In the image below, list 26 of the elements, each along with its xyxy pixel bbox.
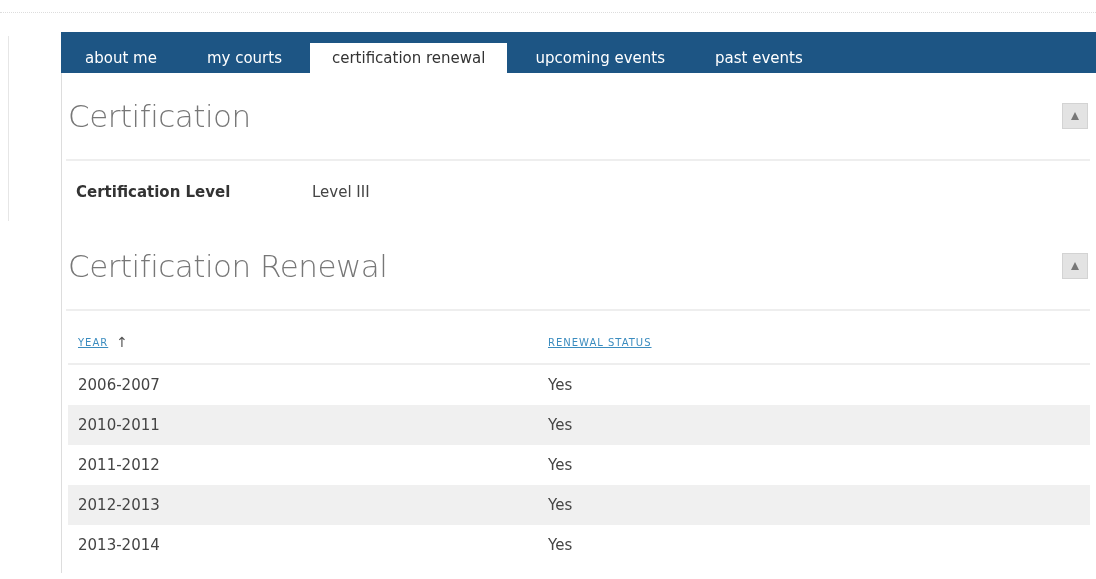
tab[interactable]: certification renewal [309, 43, 508, 73]
collapse-button[interactable] [1062, 253, 1088, 279]
table-cell: Yes [548, 456, 573, 474]
field-value: Level III [312, 183, 370, 201]
table-cell: 2011-2012 [78, 456, 160, 474]
field-label: Certification Level [76, 183, 232, 201]
triangle-up-icon [1070, 261, 1080, 271]
section-title: Certification Renewal [68, 248, 388, 284]
tab[interactable]: past events [693, 43, 825, 73]
table-cell: Yes [548, 376, 573, 394]
section-title: Certification [68, 98, 251, 134]
tab[interactable]: upcoming events [513, 43, 688, 73]
table-cell: 2013-2014 [78, 536, 160, 554]
table-cell: Yes [548, 496, 573, 514]
table-cell: 2010-2011 [78, 416, 160, 434]
table-cell: 2006-2007 [78, 376, 160, 394]
table-cell: Yes [548, 416, 573, 434]
tab[interactable]: about me [63, 43, 179, 73]
collapse-button[interactable] [1062, 103, 1088, 129]
column-header-link[interactable]: RENEWAL STATUS [548, 336, 652, 348]
table-cell: 2012-2013 [78, 496, 160, 514]
triangle-up-icon [1070, 111, 1080, 121]
tab[interactable]: my courts [184, 43, 304, 73]
sort-arrow: ↑ [116, 334, 128, 350]
column-header-link[interactable]: YEAR [78, 336, 109, 348]
table-cell: Yes [548, 536, 573, 554]
